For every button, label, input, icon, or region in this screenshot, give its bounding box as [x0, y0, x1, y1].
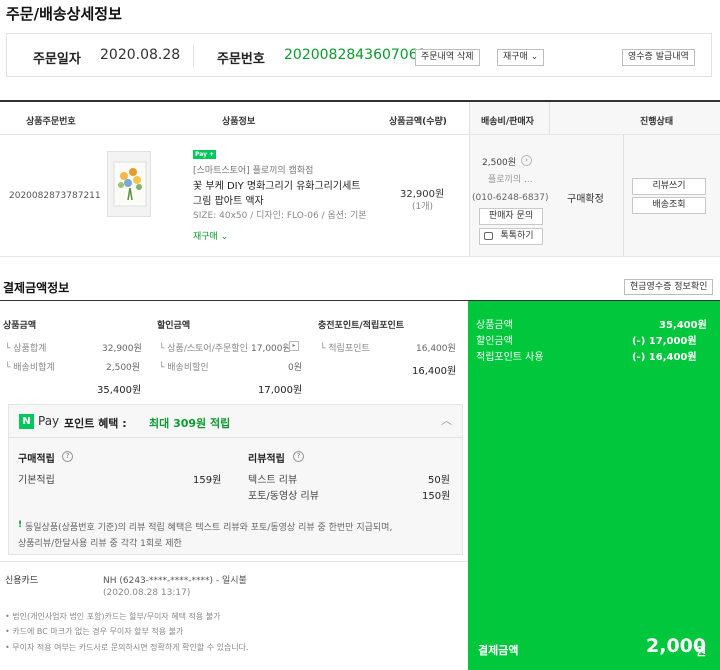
- product-option: SIZE: 40x50 / 디자인: FLO-06 / 옵션: 기본: [193, 211, 367, 221]
- order-number-label: 주문번호: [217, 52, 265, 67]
- product-name-line2[interactable]: 그림 팝아트 액자: [193, 192, 264, 207]
- rebuy-link[interactable]: 재구매 ⌄: [193, 229, 228, 242]
- col3-title: 충전포인트/적립포인트: [318, 321, 405, 331]
- order-status: 구매확정: [567, 194, 604, 205]
- col1-row-label: └ 배송비합계: [5, 363, 55, 373]
- card-note: • 무이자 적용 여부는 카드사로 문의하시면 정확하게 확인할 수 있습니다.: [5, 643, 249, 652]
- photo-review-label: 포토/동영상 리뷰: [248, 491, 319, 502]
- col-divider: [469, 102, 470, 256]
- product-name-line1[interactable]: 꽃 부케 DIY 명화그리기 유화그리기세트: [193, 177, 360, 192]
- purchase-reward-title: 구매적립: [18, 454, 55, 465]
- card-label: 신용카드: [5, 576, 39, 586]
- notice-icon: !: [18, 520, 23, 530]
- discount-detail-icon[interactable]: ▸: [289, 341, 299, 351]
- npay-pay-text: Pay: [38, 414, 60, 428]
- header-product-order-no: 상품주문번호: [26, 117, 76, 127]
- seller-name[interactable]: 플로끼의 ...: [488, 172, 533, 185]
- order-date-label: 주문일자: [33, 52, 81, 67]
- chat-icon: [484, 232, 493, 240]
- card-info: NH (6243-****-****-****) - 일시불: [103, 576, 247, 586]
- col1-row-label: └ 상품합계: [5, 344, 47, 354]
- card-datetime: (2020.08.28 13:17): [103, 588, 191, 598]
- col3-row-value: 16,400원: [416, 344, 456, 354]
- npay-notice-line2: 상품리뷰/한달사용 리뷰 중 각각 1회로 제한: [18, 539, 182, 549]
- seller-inquiry-button[interactable]: 판매자 문의: [479, 208, 543, 225]
- shipping-fee: 2,500원: [482, 158, 517, 168]
- summary-value: (-) 17,000원: [632, 336, 697, 347]
- write-review-button[interactable]: 리뷰쓰기: [632, 178, 706, 195]
- chevron-up-icon[interactable]: ︿: [441, 412, 452, 428]
- final-amount-unit: 원: [696, 645, 707, 658]
- col2-title: 할인금액: [157, 321, 191, 331]
- col2-total: 17,000원: [258, 385, 303, 396]
- final-amount-label: 결제금액: [478, 644, 519, 657]
- summary-label: 상품금액: [476, 320, 513, 331]
- col-divider: [549, 102, 550, 134]
- npay-divider: [8, 437, 463, 438]
- col-divider: [623, 134, 624, 256]
- col3-total: 16,400원: [412, 366, 457, 377]
- track-delivery-button[interactable]: 배송조회: [632, 197, 706, 214]
- cash-receipt-button[interactable]: 현금영수증 정보확인: [624, 279, 714, 295]
- header-divider: [0, 134, 720, 135]
- header-status: 진행상태: [640, 117, 674, 127]
- card-note: • 법인(개인사업자 법인 포함)카드는 할부/무이자 혜택 적용 불가: [5, 612, 221, 621]
- col2-row-label: └ 상품/스토어/주문할인: [159, 344, 248, 354]
- seller-phone: (010-6248-6837): [472, 193, 549, 203]
- col1-title: 상품금액: [3, 321, 37, 331]
- talk-label: 톡톡하기: [500, 231, 534, 241]
- col1-row-value: 32,900원: [102, 344, 142, 354]
- help-icon[interactable]: ?: [293, 451, 304, 462]
- col3-row-label: └ 적립포인트: [320, 344, 370, 354]
- col2-row-value: 17,000원: [251, 344, 291, 354]
- npay-logo-icon: N: [19, 414, 34, 429]
- card-note: • 카드에 BC 마크가 없는 경우 무이자 할부 적용 불가: [5, 627, 184, 636]
- product-order-number: 2020082873787211: [9, 191, 101, 201]
- npay-benefit-highlight: 최대 309원 적립: [149, 417, 231, 430]
- npay-plus-badge: Pay +: [193, 150, 217, 159]
- payment-section-title: 결제금액정보: [3, 281, 70, 295]
- summary-label: 할인금액: [476, 336, 513, 347]
- summary-label: 적립포인트 사용: [476, 352, 544, 363]
- reorder-button[interactable]: 재구매 ⌄: [497, 49, 545, 66]
- order-number: 2020082843607061: [284, 47, 427, 63]
- header-shipping-seller: 배송비/판매자: [481, 117, 534, 127]
- help-icon[interactable]: ?: [62, 451, 73, 462]
- header-price-qty: 상품금액(수량): [389, 117, 447, 127]
- delete-order-button[interactable]: 주문내역 삭제: [415, 49, 480, 66]
- receipt-history-button[interactable]: 영수증 발급내역: [622, 49, 695, 66]
- flower-bouquet-image: [113, 161, 147, 207]
- order-date: 2020.08.28: [100, 47, 181, 63]
- summary-value: (-) 16,400원: [632, 352, 697, 363]
- npay-notice-line1: 동일상품(상품번호 기준)의 리뷰 적립 혜택은 텍스트 리뷰와 포토/동영상 …: [25, 523, 393, 533]
- text-review-label: 텍스트 리뷰: [248, 475, 298, 486]
- col1-row-value: 2,500원: [106, 363, 141, 373]
- store-name[interactable]: [스마트스토어] 플로끼의 캡화점: [193, 163, 313, 176]
- npay-benefit-title: 포인트 혜택 :: [64, 417, 127, 430]
- product-price: 32,900원: [400, 189, 445, 200]
- review-reward-title: 리뷰적립: [248, 454, 285, 465]
- shipping-detail-icon[interactable]: ›: [521, 155, 532, 166]
- basic-reward-label: 기본적립: [18, 475, 55, 486]
- header-product-info: 상품정보: [222, 117, 256, 127]
- page-title: 주문/배송상세정보: [6, 5, 122, 23]
- table-bottom-border: [0, 256, 720, 257]
- product-qty: (1개): [412, 202, 434, 212]
- col2-row-label: └ 배송비할인: [159, 363, 209, 373]
- photo-review-value: 150원: [422, 491, 451, 502]
- text-review-value: 50원: [428, 475, 450, 486]
- basic-reward-value: 159원: [193, 475, 222, 486]
- col1-total: 35,400원: [97, 385, 142, 396]
- summary-value: 35,400원: [659, 320, 707, 331]
- product-thumbnail[interactable]: [107, 151, 151, 217]
- divider: [193, 45, 194, 67]
- col2-row-value: 0원: [288, 363, 303, 373]
- card-divider: [0, 561, 468, 562]
